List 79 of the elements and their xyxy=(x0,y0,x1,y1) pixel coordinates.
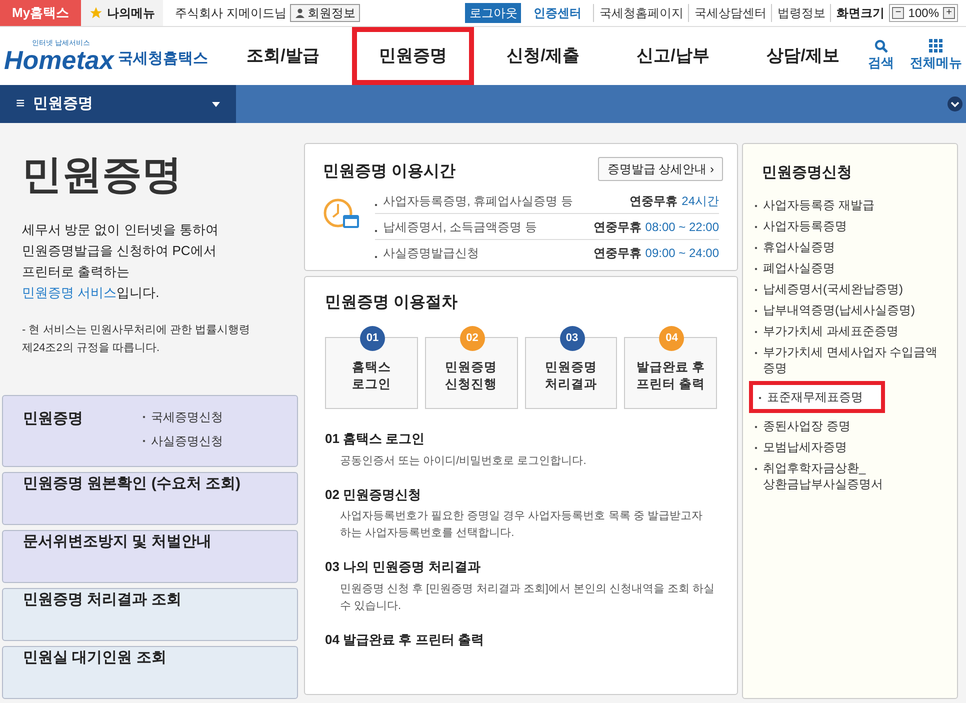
side-menu-item[interactable]: 민원실 대기인원 조회 xyxy=(2,646,298,699)
person-icon xyxy=(295,8,306,18)
intro-text: 세무서 방문 없이 인터넷을 통하여 민원증명발급을 신청하여 PC에서 프린터로 출력하는 민원증명 서비스입니다. xyxy=(22,221,220,302)
service-item: 납세증명서, 소득금액증명 등 xyxy=(383,218,538,236)
top-link[interactable]: 법령정보 xyxy=(771,4,830,22)
certificate-link[interactable]: 폐업사실증명 xyxy=(755,260,945,276)
zoom-value: 100% xyxy=(908,5,939,22)
nav-tab[interactable]: 민원증명 xyxy=(352,27,474,85)
step-label: 발급완료 후 프린터 출력 xyxy=(635,359,706,393)
page-title: 민원증명 xyxy=(22,152,183,199)
step-label: 홈택스 로그인 xyxy=(350,359,392,393)
detail-button[interactable]: 증명발급 상세안내 › xyxy=(598,157,723,181)
certificate-link[interactable]: 취업후학자금상환_상환금납부사실증명서 xyxy=(755,460,945,492)
my-menu-link[interactable]: 나의메뉴 xyxy=(81,0,164,26)
zoom-label: 화면크기 xyxy=(830,4,890,22)
side-menu-item[interactable]: 민원증명 국세증명신청 사실증명신청 xyxy=(2,395,298,467)
nav-tab[interactable]: 조회/발급 xyxy=(222,27,344,85)
certificate-link[interactable]: 종된사업장 증명 xyxy=(755,418,945,434)
my-hometax-link[interactable]: My홈택스 xyxy=(0,0,82,26)
nav-tab[interactable]: 신고/납부 xyxy=(612,27,734,85)
availability-label: 연중무휴 xyxy=(593,245,642,262)
zoom-out-button[interactable]: − xyxy=(892,7,904,19)
sub-menu-link[interactable]: 국세증명신청 xyxy=(151,408,223,426)
hours-title: 민원증명 이용시간 xyxy=(323,162,456,182)
logo-name: 국세청홈택스 xyxy=(118,49,208,69)
star-icon xyxy=(89,6,104,20)
sub-menu-link[interactable]: 사실증명신청 xyxy=(151,432,223,450)
service-item: 사업자등록증명, 휴폐업사실증명 등 xyxy=(383,192,574,210)
grid-icon xyxy=(929,39,943,54)
certificate-link[interactable]: 사업자등록증 재발급 xyxy=(755,196,945,212)
cert-center-link[interactable]: 인증센터 xyxy=(533,4,582,22)
chevron-down-icon[interactable] xyxy=(947,96,963,112)
step-number-badge: 03 xyxy=(560,326,584,351)
step-heading: 01 홈택스 로그인 xyxy=(325,430,426,448)
availability-label: 연중무휴 xyxy=(630,192,678,210)
side-menu-item[interactable]: 문서위변조방지 및 처벌안내 xyxy=(2,530,298,583)
certificate-link[interactable]: 납세증명서(국세완납증명) xyxy=(755,280,945,296)
step-number-badge: 02 xyxy=(460,326,485,351)
user-name: 주식회사 지메이드님 xyxy=(175,5,286,22)
nav-tab[interactable]: 신청/제출 xyxy=(482,27,604,85)
certificate-link[interactable]: 납부내역증명(납세사실증명) xyxy=(755,302,945,318)
service-link[interactable]: 민원증명 서비스 xyxy=(22,285,117,300)
zoom-in-button[interactable]: + xyxy=(943,7,955,19)
all-menu-button[interactable]: 전체메뉴 xyxy=(910,39,962,73)
certificate-link[interactable]: 휴업사실증명 xyxy=(755,238,945,254)
availability-label: 연중무휴 xyxy=(593,218,642,236)
procedure-title: 민원증명 이용절차 xyxy=(325,293,458,313)
step-description: 민원증명 신청 후 [민원증명 처리결과 조회]에서 본인의 신청내역을 조회 하실 수 있습니다. xyxy=(339,582,716,614)
caret-icon xyxy=(212,102,220,106)
member-info-button[interactable]: 회원정보 xyxy=(290,4,360,22)
logout-button[interactable]: 로그아웃 xyxy=(465,3,522,23)
step-heading: 03 나의 민원증명 처리결과 xyxy=(325,558,482,576)
search-button[interactable]: 검색 xyxy=(868,39,894,73)
step-heading: 04 발급완료 후 프린터 출력 xyxy=(325,630,485,648)
breadcrumb-dropdown[interactable]: ≡ 민원증명 xyxy=(0,85,236,123)
step-label: 민원증명 처리결과 xyxy=(544,359,598,393)
side-menu-item[interactable]: 민원증명 원본확인 (수요처 조회) xyxy=(2,472,298,525)
top-link[interactable]: 국세청홈페이지 xyxy=(593,4,688,22)
service-hours: 08:00 ~ 22:00 xyxy=(645,218,719,236)
step-description: 공동인증서 또는 아이디/비밀번호로 로그인합니다. xyxy=(339,454,588,468)
step-description: 사업자등록번호가 필요한 증명일 경우 사업자등록번호 목록 중 발급받고자 하는 사업자등록번호를 선택합니다. xyxy=(339,509,704,541)
step-number-badge: 01 xyxy=(360,326,385,351)
step-number-badge: 04 xyxy=(659,326,684,351)
apply-title: 민원증명신청 xyxy=(761,163,853,183)
certificate-link[interactable]: 부가가치세 면세사업자 수입금액 증명 xyxy=(755,344,945,376)
certificate-link[interactable]: 모범납세자증명 xyxy=(755,438,945,454)
certificate-link[interactable]: 표준재무제표증명 xyxy=(749,380,885,412)
step-heading: 02 민원증명신청 xyxy=(325,486,422,504)
service-item: 사실증명발급신청 xyxy=(383,245,480,262)
top-link[interactable]: 국세상담센터 xyxy=(688,4,772,22)
service-hours: 09:00 ~ 24:00 xyxy=(645,245,719,262)
search-icon xyxy=(874,39,888,54)
certificate-link[interactable]: 부가가치세 과세표준증명 xyxy=(755,322,945,338)
certificate-link[interactable]: 사업자등록증명 xyxy=(755,218,945,234)
side-menu-item[interactable]: 민원증명 처리결과 조회 xyxy=(2,588,298,641)
service-hours: 24시간 xyxy=(682,192,719,210)
legal-note: - 현 서비스는 민원사무처리에 관한 법률시행령 제24조2의 규정을 따릅니다. xyxy=(22,323,251,356)
step-label: 민원증명 신청진행 xyxy=(444,359,498,393)
nav-tab[interactable]: 상담/제보 xyxy=(742,27,864,85)
